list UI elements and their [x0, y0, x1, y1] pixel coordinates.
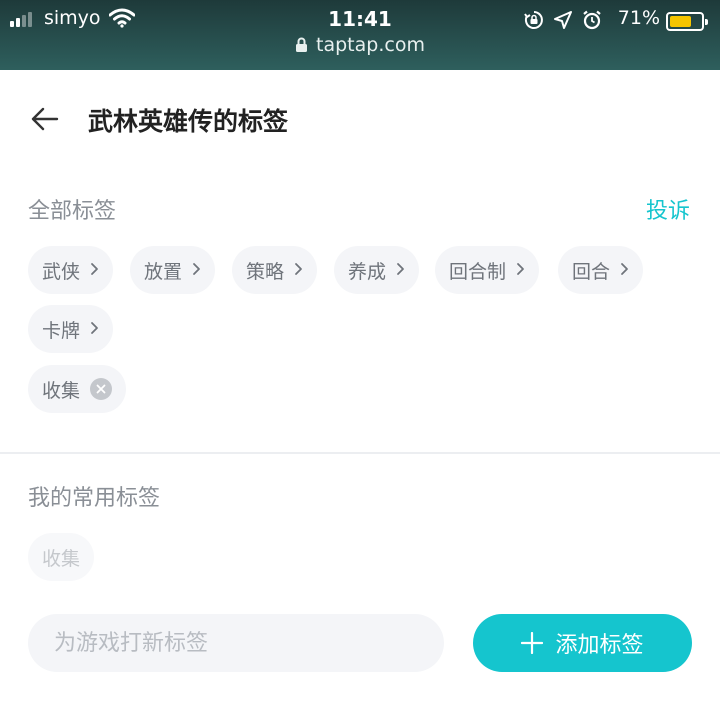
location-arrow-icon — [554, 11, 572, 33]
tag-label: 策略 — [246, 260, 285, 283]
chevron-right-icon — [516, 259, 525, 281]
add-tag-button[interactable]: 添加标签 — [473, 614, 692, 672]
add-tag-label: 添加标签 — [555, 633, 644, 658]
tag-label: 卡牌 — [42, 319, 81, 342]
back-arrow-icon — [31, 107, 59, 131]
all-tags-label: 全部标签 — [28, 199, 117, 224]
page-title: 武林英雄传的标签 — [88, 107, 289, 136]
back-button[interactable] — [30, 106, 60, 132]
tag-label: 养成 — [348, 260, 387, 283]
chevron-right-icon — [396, 259, 405, 281]
chevron-right-icon — [620, 259, 629, 281]
page-header: 武林英雄传的标签 — [0, 70, 720, 170]
battery-percent: 71% — [617, 7, 660, 29]
chevron-right-icon — [192, 259, 201, 281]
lock-icon — [296, 37, 308, 52]
clock: 11:41 — [328, 7, 392, 31]
user-tag-chip[interactable]: 收集 — [28, 365, 127, 413]
url-bar[interactable]: taptap.com — [0, 34, 720, 56]
tag-label: 回合制 — [449, 260, 507, 283]
complain-link[interactable]: 投诉 — [646, 193, 690, 225]
tag-chip[interactable]: 武侠 — [28, 246, 114, 294]
battery-icon — [666, 12, 708, 31]
chevron-right-icon — [294, 259, 303, 281]
tag-label: 收集 — [42, 547, 81, 570]
new-tag-input[interactable] — [28, 614, 444, 672]
alarm-icon — [582, 10, 602, 34]
tag-label: 放置 — [144, 260, 183, 283]
url-text: taptap.com — [316, 34, 425, 56]
tag-chip[interactable]: 放置 — [130, 246, 216, 294]
tag-chip[interactable]: 养成 — [334, 246, 420, 294]
browser-top-bar: simyo 11:41 71% taptap.com — [0, 0, 720, 70]
tag-chip[interactable]: 回合 — [558, 246, 644, 294]
tag-chip[interactable]: 回合制 — [435, 246, 540, 294]
chevron-right-icon — [90, 318, 99, 340]
tag-label: 回合 — [572, 260, 611, 283]
tag-label: 收集 — [42, 379, 81, 402]
status-bar: simyo 11:41 71% — [0, 4, 720, 34]
my-tags-label: 我的常用标签 — [28, 486, 161, 511]
tag-label: 武侠 — [42, 260, 81, 283]
orientation-lock-icon — [524, 10, 544, 34]
remove-tag-icon[interactable] — [90, 378, 113, 400]
chevron-right-icon — [90, 259, 99, 281]
plus-icon — [521, 632, 544, 654]
section-divider — [0, 452, 720, 454]
tag-chip[interactable]: 卡牌 — [28, 305, 114, 353]
tag-chip[interactable]: 策略 — [232, 246, 318, 294]
frequent-tag-chip[interactable]: 收集 — [28, 533, 95, 581]
